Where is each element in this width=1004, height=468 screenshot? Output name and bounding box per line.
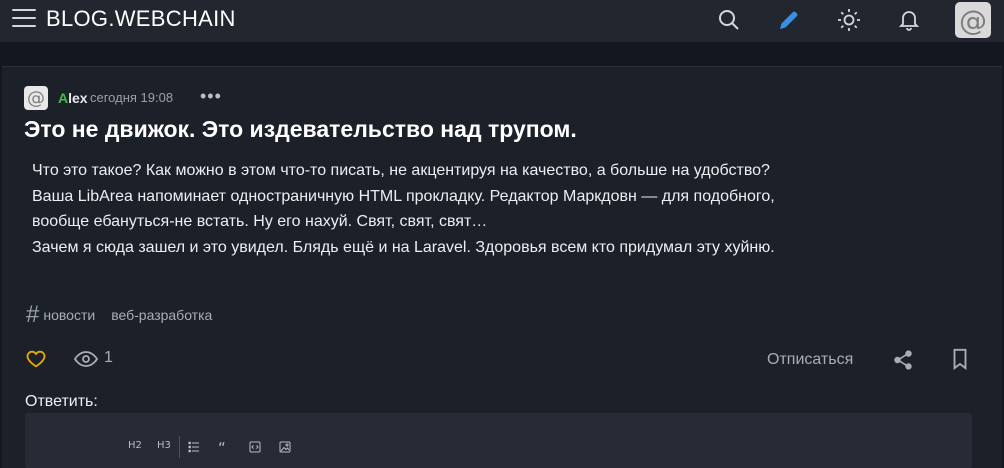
- search-icon[interactable]: [717, 8, 741, 32]
- top-header: BLOG.WEBCHAIN @: [0, 0, 1004, 42]
- views-icon: [73, 349, 99, 369]
- post-date: сегодня 19:08: [90, 90, 174, 105]
- toolbar-divider: [179, 436, 180, 458]
- code-icon[interactable]: [249, 441, 261, 453]
- toolbar-h2-button[interactable]: H2: [128, 440, 142, 451]
- tag-list: # новости веб-разработка: [26, 303, 228, 327]
- list-icon[interactable]: [188, 441, 200, 453]
- tag-news[interactable]: новости: [43, 307, 95, 323]
- image-icon[interactable]: [279, 441, 291, 453]
- user-avatar[interactable]: @: [955, 2, 991, 38]
- hash-icon: #: [26, 301, 40, 328]
- bookmark-icon[interactable]: [950, 348, 970, 370]
- share-icon[interactable]: [892, 349, 914, 371]
- menu-icon[interactable]: [12, 9, 36, 29]
- site-logo[interactable]: BLOG.WEBCHAIN: [46, 6, 236, 32]
- post-title[interactable]: Это не движок. Это издевательство над тр…: [24, 116, 577, 143]
- unsubscribe-button[interactable]: Отписаться: [767, 351, 853, 369]
- post-paragraph: Зачем я сюда зашел и это увидел. Блядь е…: [32, 238, 775, 256]
- views-count: 1: [104, 349, 113, 366]
- post-paragraph: Что это такое? Как можно в этом что-то п…: [32, 162, 775, 230]
- like-icon[interactable]: [25, 348, 47, 370]
- post-menu-icon[interactable]: •••: [200, 86, 222, 107]
- quote-icon[interactable]: “: [218, 439, 226, 457]
- reply-label: Ответить:: [25, 393, 98, 410]
- toolbar-h3-button[interactable]: H3: [157, 440, 171, 451]
- author-name-rest: lex: [68, 90, 88, 106]
- post-body: Что это такое? Как можно в этом что-то п…: [32, 158, 802, 260]
- author-avatar[interactable]: @: [24, 86, 48, 110]
- author-name[interactable]: Alex: [58, 90, 88, 106]
- tag-web-dev[interactable]: веб-разработка: [111, 307, 212, 323]
- sun-icon[interactable]: [837, 8, 861, 32]
- bell-icon[interactable]: [897, 8, 921, 32]
- pencil-icon[interactable]: [777, 8, 801, 32]
- author-name-first: A: [58, 90, 69, 106]
